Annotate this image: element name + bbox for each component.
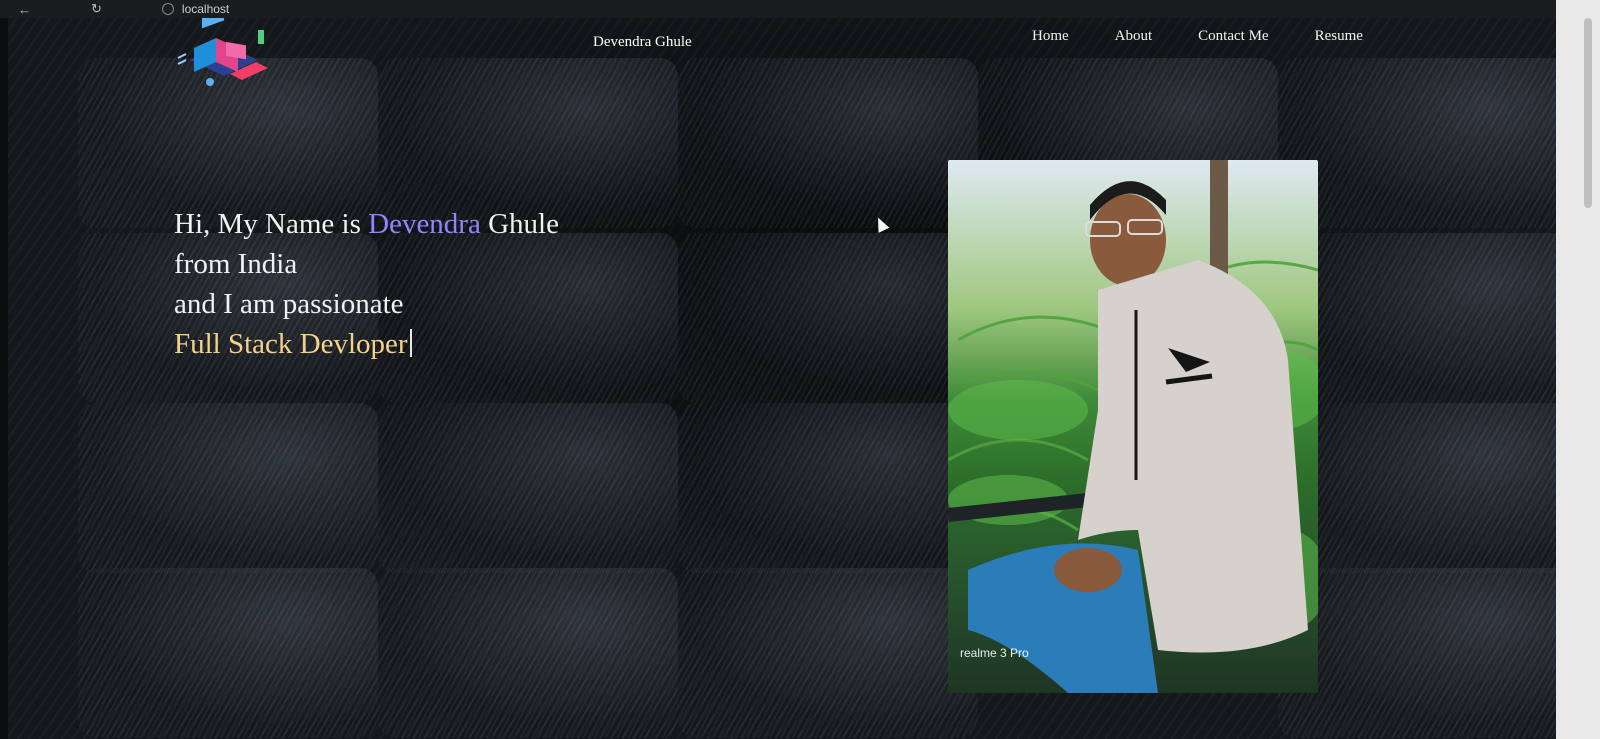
hero-last-name: Ghule <box>480 208 559 240</box>
background-tile <box>1278 403 1556 573</box>
hero-line-origin: from India <box>174 248 298 280</box>
reload-icon[interactable]: ↻ <box>91 1 102 17</box>
nav-about[interactable]: About <box>1115 28 1153 45</box>
background-tile <box>378 58 678 228</box>
hero-role-typed: Full Stack Devloper <box>174 328 408 360</box>
main-nav: Home About Contact Me Resume <box>1032 28 1363 45</box>
window-edge <box>1556 0 1600 739</box>
hero-line-name: Hi, My Name is Devendra Ghule <box>174 204 559 244</box>
background-tile <box>1278 58 1556 228</box>
background-tile <box>78 403 378 573</box>
typing-cursor <box>409 329 412 357</box>
background-tile <box>378 568 678 738</box>
background-tile <box>1278 233 1556 403</box>
profile-photo: realme 3 Pro <box>948 160 1318 693</box>
nav-home[interactable]: Home <box>1032 28 1069 45</box>
hero-line-passion: and I am passionate <box>174 288 404 320</box>
site-info-icon[interactable] <box>161 3 174 15</box>
hero-greeting: Hi, My Name is <box>174 208 369 240</box>
background-tile <box>678 58 978 228</box>
scrollbar-thumb[interactable] <box>1584 18 1592 208</box>
brand-title[interactable]: Devendra Ghule <box>593 34 692 51</box>
workspace-logo-icon[interactable] <box>170 18 278 94</box>
back-arrow-icon[interactable]: ← <box>18 2 31 17</box>
address-bar[interactable]: localhost <box>161 2 230 16</box>
camera-watermark: realme 3 Pro <box>960 646 1029 660</box>
hero-line-role: Full Stack Devloper <box>174 324 559 364</box>
profile-photo-illustration <box>948 160 1318 693</box>
background-tile <box>678 233 978 403</box>
hero-intro: Hi, My Name is Devendra Ghule from India… <box>174 204 559 364</box>
background-pattern <box>8 18 1556 739</box>
background-tile <box>678 568 978 738</box>
nav-contact-me[interactable]: Contact Me <box>1198 28 1268 45</box>
background-tile <box>1278 568 1556 738</box>
hero-first-name: Devendra <box>368 208 481 240</box>
background-tile <box>78 568 378 738</box>
page-background <box>8 18 1556 739</box>
background-tile <box>678 403 978 573</box>
nav-resume[interactable]: Resume <box>1315 28 1363 45</box>
background-tile <box>378 403 678 573</box>
browser-toolbar: ← ↻ localhost <box>0 0 1600 18</box>
address-text: localhost <box>181 2 230 16</box>
